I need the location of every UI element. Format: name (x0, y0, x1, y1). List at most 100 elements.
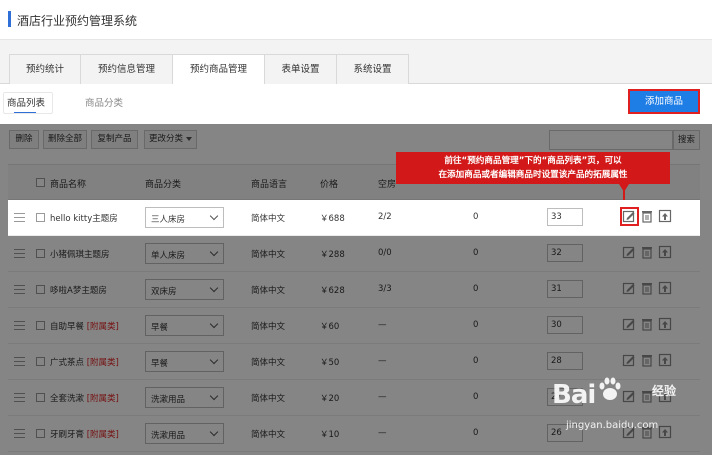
sort-order-input[interactable]: 28 (547, 352, 583, 370)
tab-products[interactable]: 预约商品管理 (172, 54, 265, 85)
sort-order-input[interactable]: 33 (547, 208, 583, 226)
chevron-down-icon (209, 211, 219, 221)
select-all-checkbox[interactable] (36, 178, 45, 187)
row-checkbox[interactable] (36, 429, 45, 438)
edit-icon[interactable] (622, 353, 636, 367)
drag-handle-icon[interactable] (14, 285, 25, 294)
watermark-url: jingyan.baidu.com (566, 420, 659, 431)
drag-handle-icon[interactable] (14, 357, 25, 366)
category-value: 三人床房 (151, 215, 186, 225)
delete-all-button[interactable]: 删除全部 (43, 130, 87, 149)
trash-icon[interactable] (640, 209, 654, 223)
product-price: ￥688 (320, 214, 345, 224)
product-language: 简体中文 (251, 394, 286, 404)
caret-down-icon (186, 136, 192, 141)
change-category-label: 更改分类 (148, 134, 183, 144)
header-category: 商品分类 (145, 180, 182, 190)
drag-handle-icon[interactable] (14, 249, 25, 258)
drag-handle-icon[interactable] (14, 393, 25, 402)
edit-icon[interactable] (622, 281, 636, 295)
room-availability: 3/3 (378, 284, 392, 294)
category-select[interactable]: 早餐 (145, 351, 224, 372)
chevron-down-icon (209, 355, 219, 365)
product-name: 哆啦A梦主题房 (50, 284, 107, 296)
sort-order-input[interactable]: 31 (547, 280, 583, 298)
category-value: 洗漱用品 (151, 431, 186, 441)
room-availability: — (378, 356, 387, 366)
category-value: 早餐 (151, 323, 169, 333)
title-accent (8, 11, 11, 27)
arrow-up-icon[interactable] (658, 209, 672, 223)
tab-form-settings[interactable]: 表单设置 (264, 54, 337, 84)
category-select[interactable]: 三人床房 (145, 207, 224, 228)
edit-icon[interactable] (622, 245, 636, 259)
header-price: 价格 (320, 180, 339, 190)
product-name: 广式茶点 [附属类] (50, 356, 119, 368)
edit-highlight (620, 207, 639, 226)
sub-tabs: 商品列表 商品分类 (0, 84, 712, 124)
arrow-up-icon[interactable] (658, 317, 672, 331)
search-input[interactable] (549, 130, 673, 150)
subtab-product-category[interactable]: 商品分类 (85, 95, 123, 109)
product-name-text: 广式茶点 (50, 358, 85, 368)
booking-count: 0 (473, 248, 479, 258)
product-name-text: 全套洗漱 (50, 394, 85, 404)
row-checkbox[interactable] (36, 213, 45, 222)
row-actions (622, 353, 672, 371)
main-tabs: 预约统计 预约信息管理 预约商品管理 表单设置 系统设置 (0, 40, 712, 85)
callout-line-1: 前往“预约商品管理”下的“商品列表”页，可以 (444, 156, 622, 166)
header: 酒店行业预约管理系统 (0, 0, 712, 40)
tab-system-settings[interactable]: 系统设置 (336, 54, 409, 84)
booking-count: 0 (473, 392, 479, 402)
drag-handle-icon[interactable] (14, 429, 25, 438)
category-select[interactable]: 洗漱用品 (145, 423, 224, 444)
product-price: ￥10 (320, 430, 340, 440)
product-price: ￥20 (320, 394, 340, 404)
trash-icon[interactable] (640, 317, 654, 331)
add-product-button[interactable]: 添加商品 (628, 89, 700, 114)
category-value: 双床房 (151, 287, 177, 297)
arrow-up-icon[interactable] (658, 353, 672, 367)
room-availability: — (378, 428, 387, 438)
app-title: 酒店行业预约管理系统 (17, 14, 138, 28)
chevron-down-icon (209, 319, 219, 329)
row-checkbox[interactable] (36, 321, 45, 330)
sort-order-input[interactable]: 30 (547, 316, 583, 334)
delete-button[interactable]: 删除 (9, 130, 39, 149)
search-button[interactable]: 搜索 (673, 130, 700, 150)
tab-booking-info[interactable]: 预约信息管理 (80, 54, 173, 84)
arrow-up-icon[interactable] (658, 245, 672, 259)
category-select[interactable]: 早餐 (145, 315, 224, 336)
category-select[interactable]: 双床房 (145, 279, 224, 300)
change-category-button[interactable]: 更改分类 (144, 130, 197, 149)
copy-product-button[interactable]: 复制产品 (91, 130, 138, 149)
tab-stats[interactable]: 预约统计 (9, 54, 81, 84)
room-availability: 0/0 (378, 248, 392, 258)
row-checkbox[interactable] (36, 357, 45, 366)
row-checkbox[interactable] (36, 393, 45, 402)
product-language: 简体中文 (251, 358, 286, 368)
arrow-up-icon[interactable] (658, 281, 672, 295)
chevron-down-icon (209, 283, 219, 293)
drag-handle-icon[interactable] (14, 321, 25, 330)
attachment-tag: [附属类] (86, 358, 119, 368)
category-select[interactable]: 单人床房 (145, 243, 224, 264)
booking-count: 0 (473, 284, 479, 294)
trash-icon[interactable] (640, 281, 654, 295)
trash-icon[interactable] (640, 245, 654, 259)
category-select[interactable]: 洗漱用品 (145, 387, 224, 408)
room-availability: — (378, 320, 387, 330)
trash-icon[interactable] (640, 353, 654, 367)
sort-order-input[interactable]: 32 (547, 244, 583, 262)
product-name-text: 牙刷牙膏 (50, 430, 85, 440)
booking-count: 0 (473, 356, 479, 366)
drag-handle-icon[interactable] (14, 213, 25, 222)
row-actions (622, 245, 672, 263)
edit-icon[interactable] (622, 317, 636, 331)
product-name-text: hello kitty主题房 (50, 214, 118, 224)
row-checkbox[interactable] (36, 249, 45, 258)
row-checkbox[interactable] (36, 285, 45, 294)
row-actions (622, 317, 672, 335)
product-name-text: 自助早餐 (50, 322, 85, 332)
booking-count: 0 (473, 212, 479, 222)
